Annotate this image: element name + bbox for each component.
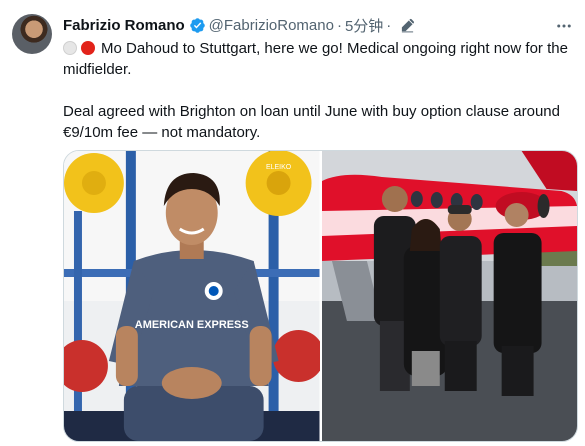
media-photo-player[interactable]: ELEIKO AMERICAN EXPRESS bbox=[64, 151, 320, 441]
verified-icon bbox=[189, 17, 205, 33]
jet-group-illustration bbox=[321, 151, 577, 441]
tweet-line-2: Deal agreed with Brighton on loan until … bbox=[63, 103, 560, 141]
tweet-paragraph: Mo Dahoud to Stuttgart, here we go! Medi… bbox=[63, 38, 578, 80]
more-options-icon[interactable] bbox=[555, 17, 573, 35]
tweet-header: Fabrizio Romano @FabrizioRomano · 5分钟 · bbox=[63, 14, 573, 36]
tweet-paragraph: Deal agreed with Brighton on loan until … bbox=[63, 101, 578, 143]
media-photo-jet[interactable] bbox=[321, 151, 577, 441]
shirt-sponsor: AMERICAN EXPRESS bbox=[135, 319, 249, 331]
post-time[interactable]: 5分钟 bbox=[345, 15, 383, 36]
tweet-text: Mo Dahoud to Stuttgart, here we go! Medi… bbox=[63, 38, 578, 143]
edit-pencil-icon[interactable] bbox=[400, 18, 415, 33]
author-handle[interactable]: @FabrizioRomano bbox=[209, 17, 334, 34]
avatar[interactable] bbox=[12, 14, 52, 54]
red-circle-icon bbox=[81, 41, 95, 55]
player-gym-illustration: ELEIKO AMERICAN EXPRESS bbox=[64, 151, 320, 441]
plate-lettering: ELEIKO bbox=[266, 164, 292, 171]
media-grid: ELEIKO AMERICAN EXPRESS bbox=[63, 150, 578, 442]
white-circle-icon bbox=[63, 41, 77, 55]
tweet-line-1: Mo Dahoud to Stuttgart, here we go! Medi… bbox=[63, 40, 568, 78]
author-name[interactable]: Fabrizio Romano bbox=[63, 17, 185, 34]
separator-dot: · bbox=[386, 16, 392, 34]
separator-dot: · bbox=[336, 16, 342, 34]
